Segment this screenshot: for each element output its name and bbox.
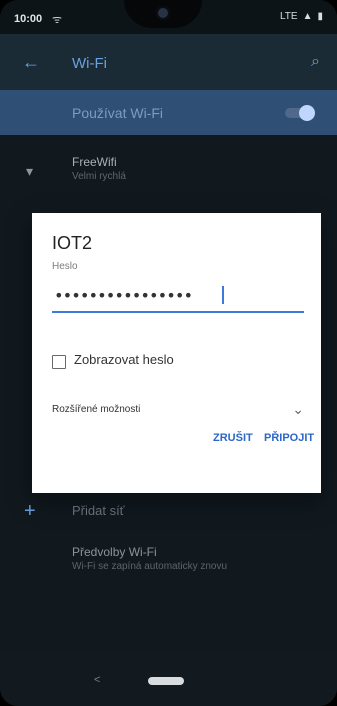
preferences-title: Předvolby Wi-Fi: [72, 545, 157, 559]
chevron-down-icon[interactable]: ⌄: [292, 401, 304, 418]
network-row[interactable]: ▾ FreeWifi Velmi rychlá: [0, 146, 337, 191]
signal-icon: ▲: [302, 11, 313, 22]
show-password-option[interactable]: Zobrazovat heslo: [52, 352, 312, 376]
navigation-bar: <: [0, 650, 337, 706]
connect-button[interactable]: PŘIPOJIT: [264, 432, 314, 444]
phone-screen: 10:00 ᯤ LTE ▲ ▮ ← Wi-Fi ⌕ Používat Wi-Fi…: [0, 0, 337, 706]
home-button[interactable]: [148, 677, 184, 685]
advanced-options-row[interactable]: Rozšířené možnosti ⌄: [52, 401, 304, 423]
back-button[interactable]: <: [94, 674, 100, 686]
add-network-label: Přidat síť: [72, 503, 125, 518]
network-name: FreeWifi: [72, 155, 117, 169]
wifi-password-dialog: IOT2 Heslo •••••••••••••••• Zobrazovat h…: [32, 213, 321, 493]
wifi-switch[interactable]: [285, 105, 315, 121]
plus-icon: +: [24, 500, 36, 522]
status-time: 10:00: [14, 13, 43, 25]
advanced-options-label: Rozšířené možnosti: [52, 404, 141, 415]
camera-icon: [156, 6, 170, 20]
switch-knob: [299, 105, 315, 121]
show-password-label: Zobrazovat heslo: [74, 352, 174, 367]
app-title: Wi-Fi: [72, 55, 107, 72]
back-arrow-icon[interactable]: ←: [22, 52, 40, 73]
password-input[interactable]: ••••••••••••••••: [52, 283, 304, 313]
notification-icon: ᯤ: [52, 14, 63, 26]
add-network-row[interactable]: + Přidat síť: [0, 492, 337, 532]
app-bar: ← Wi-Fi ⌕: [0, 34, 337, 90]
battery-icon: ▮: [317, 11, 323, 22]
password-value: ••••••••••••••••: [54, 286, 193, 305]
wifi-signal-icon: ▾: [26, 163, 34, 179]
wifi-toggle-row[interactable]: Používat Wi-Fi: [0, 90, 337, 135]
wifi-preferences-row[interactable]: Předvolby Wi-Fi Wi-Fi se zapíná automati…: [0, 540, 337, 588]
preferences-subtitle: Wi-Fi se zapíná automaticky znovu: [72, 561, 228, 572]
status-icons: LTE ▲ ▮: [280, 11, 323, 22]
search-icon[interactable]: ⌕: [311, 53, 320, 71]
network-speed: Velmi rychlá: [72, 171, 126, 182]
text-cursor: [222, 286, 224, 304]
wifi-toggle-label: Používat Wi-Fi: [72, 105, 164, 121]
network-type: LTE: [279, 11, 298, 22]
show-password-checkbox[interactable]: [52, 355, 66, 369]
network-title: IOT2: [52, 233, 93, 253]
password-label: Heslo: [52, 261, 78, 272]
cancel-button[interactable]: ZRUŠIT: [213, 432, 253, 444]
